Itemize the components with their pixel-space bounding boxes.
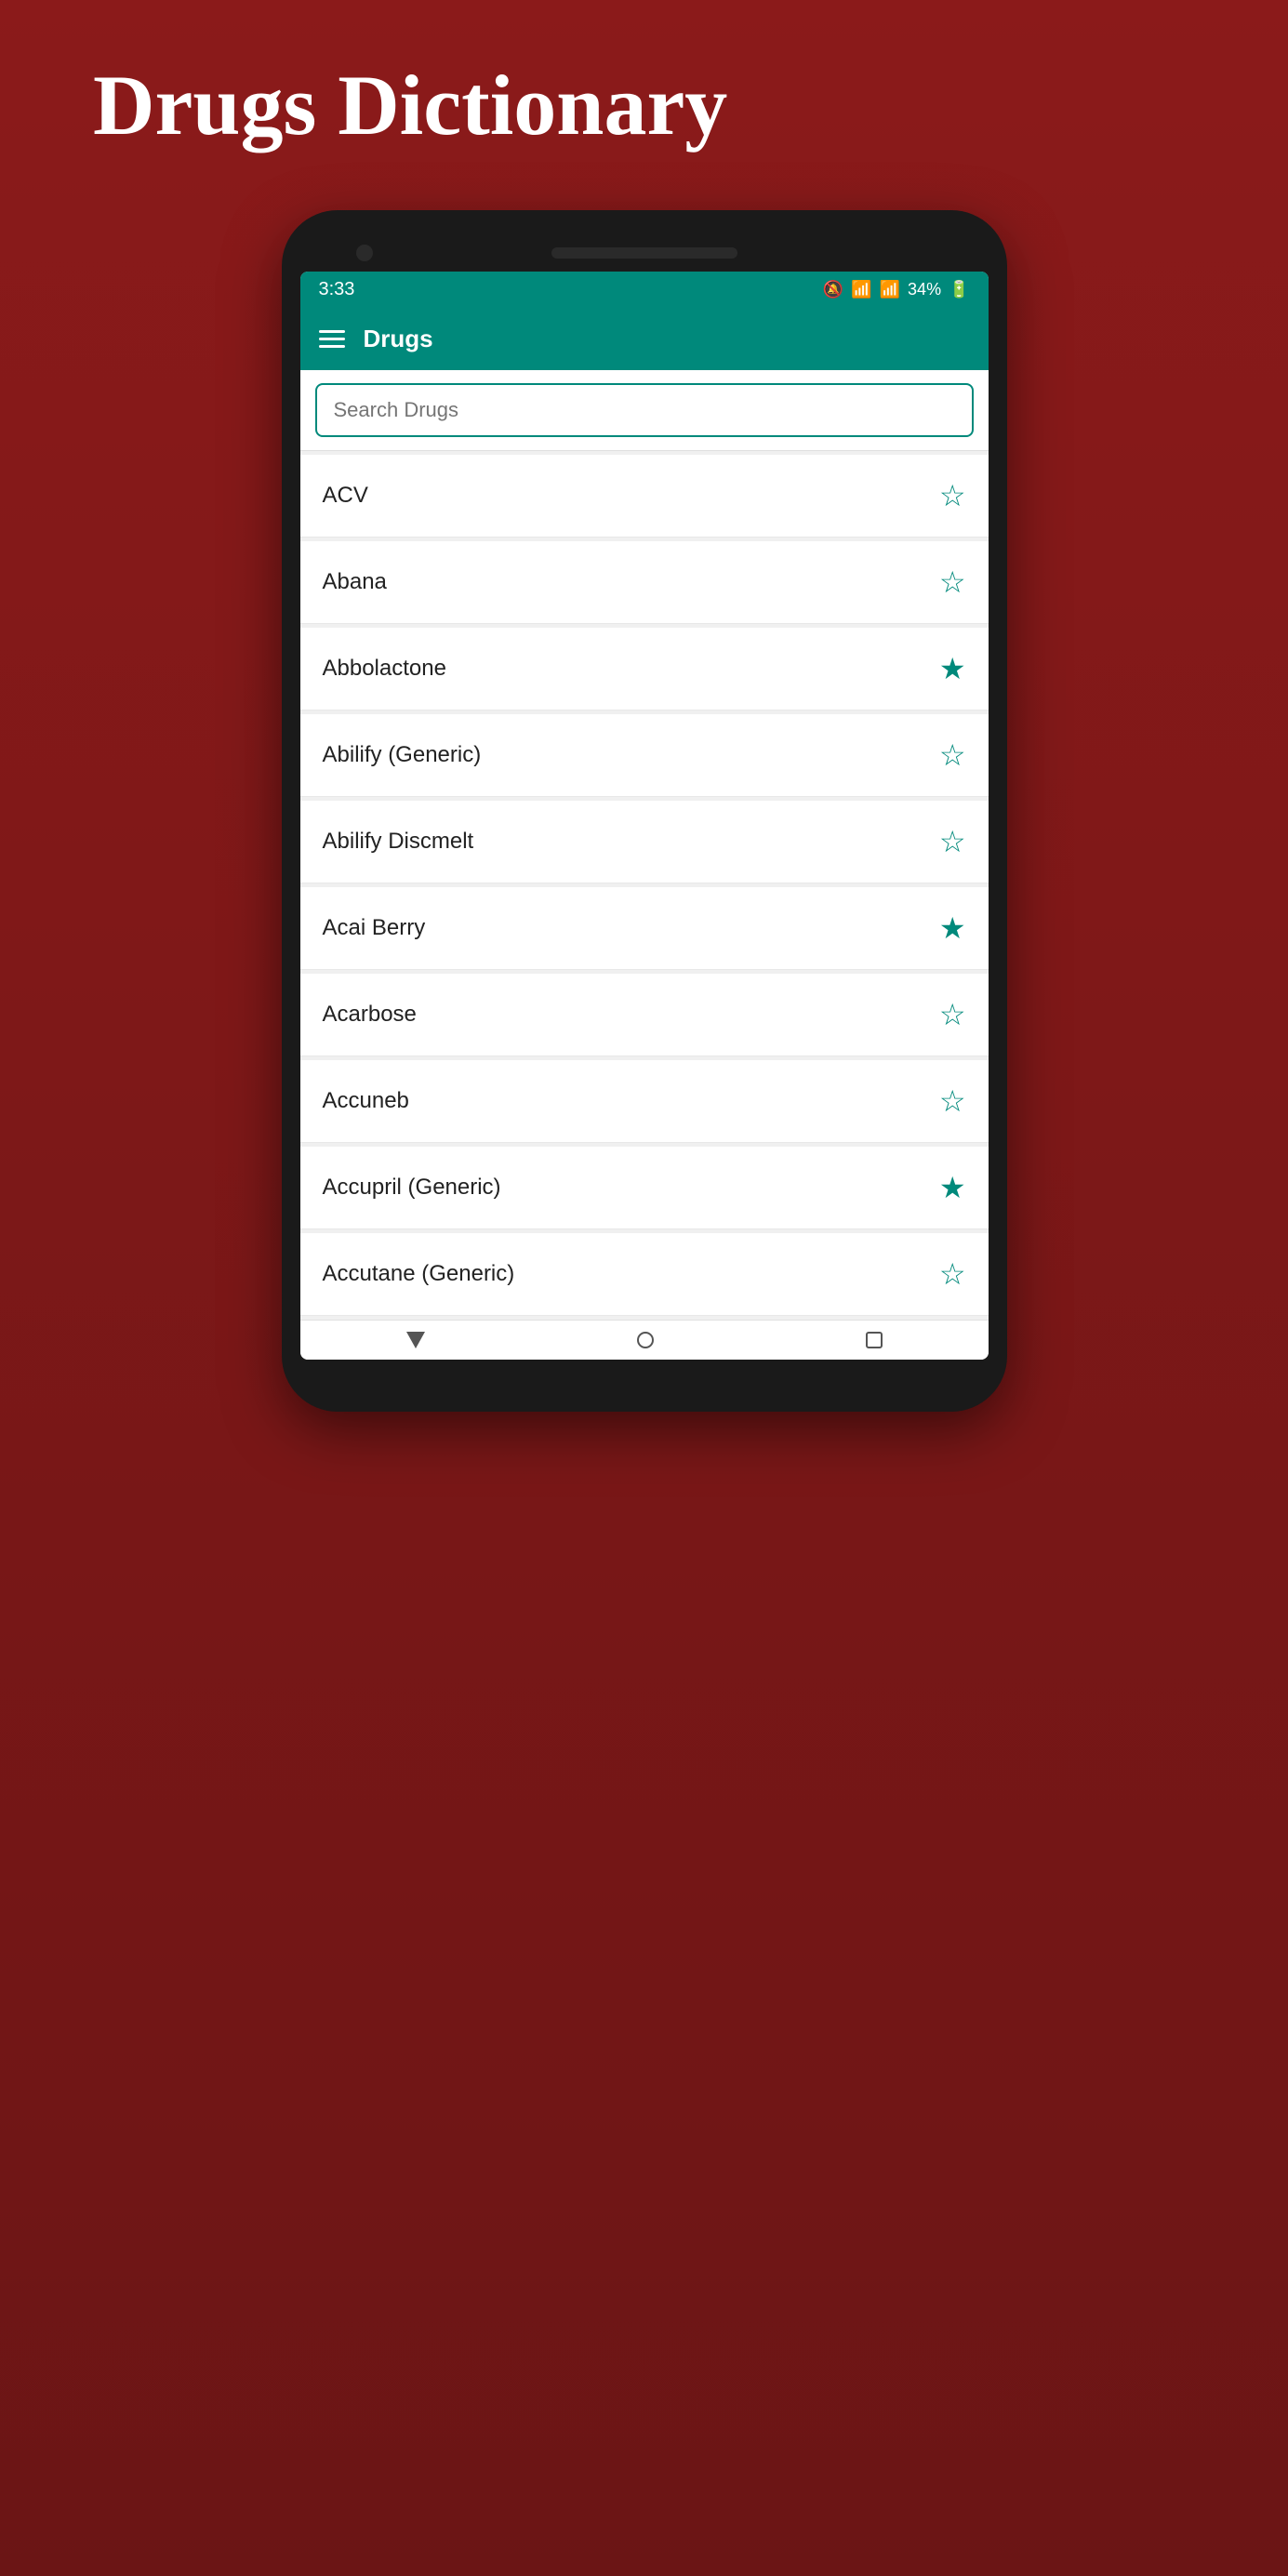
favorite-star-icon[interactable]: ★: [939, 654, 966, 684]
phone-screen: 3:33 🔕 📶 📶 34% 🔋 Drugs ACV☆Abana☆Abb: [300, 272, 989, 1360]
hamburger-line-3: [319, 345, 345, 348]
favorite-star-icon[interactable]: ★: [939, 1173, 966, 1202]
hamburger-line-1: [319, 330, 345, 333]
drug-name-label: Accupril (Generic): [323, 1175, 501, 1201]
favorite-star-icon[interactable]: ★: [939, 913, 966, 943]
drug-name-label: Abilify Discmelt: [323, 829, 474, 855]
favorite-star-icon[interactable]: ☆: [939, 1086, 966, 1116]
phone-camera: [356, 245, 373, 261]
nav-recents-button[interactable]: [866, 1332, 883, 1348]
drug-name-label: Accuneb: [323, 1088, 409, 1114]
drug-name-label: Acai Berry: [323, 915, 426, 941]
drug-name-label: Abana: [323, 569, 387, 595]
status-bar: 3:33 🔕 📶 📶 34% 🔋: [300, 272, 989, 308]
mute-icon: 🔕: [823, 280, 843, 299]
favorite-star-icon[interactable]: ☆: [939, 740, 966, 770]
app-bar-title: Drugs: [364, 325, 433, 353]
nav-home-button[interactable]: [637, 1332, 654, 1348]
battery-text: 34%: [908, 280, 941, 299]
phone-notch-area: [300, 238, 989, 272]
favorite-star-icon[interactable]: ☆: [939, 567, 966, 597]
phone-bottom-area: [300, 1360, 989, 1384]
search-input[interactable]: [315, 383, 974, 437]
wifi-icon: 📶: [851, 280, 871, 299]
drug-name-label: Acarbose: [323, 1002, 417, 1028]
drug-name-label: Accutane (Generic): [323, 1261, 515, 1287]
drug-list-item[interactable]: ACV ☆: [300, 455, 989, 538]
favorite-star-icon[interactable]: ☆: [939, 481, 966, 511]
drug-list-item[interactable]: Abilify Discmelt ☆: [300, 801, 989, 883]
favorite-star-icon[interactable]: ☆: [939, 1000, 966, 1029]
favorite-star-icon[interactable]: ☆: [939, 827, 966, 856]
status-time: 3:33: [319, 279, 355, 300]
drug-list-item[interactable]: Abbolactone ★: [300, 628, 989, 710]
drug-list-item[interactable]: Accupril (Generic) ★: [300, 1147, 989, 1229]
drug-list-item[interactable]: Abana ☆: [300, 541, 989, 624]
drug-list-item[interactable]: Accuneb ☆: [300, 1060, 989, 1143]
bottom-nav-bar: [300, 1320, 989, 1360]
battery-icon: 🔋: [949, 280, 969, 299]
drug-name-label: Abilify (Generic): [323, 742, 482, 768]
page-title-heading: Drugs Dictionary: [93, 56, 727, 154]
drug-list: ACV ☆ Abana ☆ Abbolactone ★ Abilify (Generic) ☆…: [300, 451, 989, 1320]
favorite-star-icon[interactable]: ☆: [939, 1259, 966, 1289]
phone-speaker: [551, 247, 737, 259]
signal-icon: 📶: [880, 280, 900, 299]
hamburger-menu-button[interactable]: [319, 330, 345, 348]
drug-list-item[interactable]: Acai Berry ★: [300, 887, 989, 970]
nav-back-button[interactable]: [406, 1332, 425, 1348]
drug-name-label: ACV: [323, 483, 368, 509]
drug-list-item[interactable]: Accutane (Generic) ☆: [300, 1233, 989, 1316]
drug-list-item[interactable]: Acarbose ☆: [300, 974, 989, 1056]
drug-list-item[interactable]: Abilify (Generic) ☆: [300, 714, 989, 797]
search-container: [300, 370, 989, 451]
hamburger-line-2: [319, 338, 345, 340]
phone-wrapper: 3:33 🔕 📶 📶 34% 🔋 Drugs ACV☆Abana☆Abb: [282, 210, 1007, 1412]
drug-name-label: Abbolactone: [323, 656, 446, 682]
status-icons: 🔕 📶 📶 34% 🔋: [823, 280, 970, 299]
app-bar: Drugs: [300, 308, 989, 370]
